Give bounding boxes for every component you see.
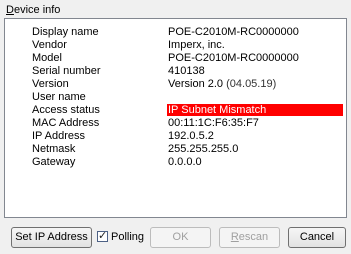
group-title: Device info [6, 4, 61, 16]
field-label: Netmask [32, 143, 76, 155]
field-value: 255.255.255.0 [168, 143, 239, 155]
field-label: Display name [32, 26, 99, 38]
field-value: Imperx, inc. [168, 39, 225, 51]
field-label: Version [32, 78, 69, 90]
field-serial-number: Serial number 410138 [5, 65, 346, 77]
checkmark-icon: ✓ [98, 230, 108, 242]
field-ip-address: IP Address 192.0.5.2 [5, 130, 346, 142]
field-label: IP Address [32, 130, 85, 142]
cancel-button[interactable]: Cancel [288, 227, 346, 248]
field-label: User name [32, 91, 86, 103]
version-date: (04.05.19) [226, 78, 277, 90]
field-value: POE-C2010M-RC0000000 [168, 52, 299, 64]
device-info-dialog: Device info Display name POE-C2010M-RC00… [0, 0, 351, 254]
polling-label: Polling [111, 231, 145, 243]
field-model: Model POE-C2010M-RC0000000 [5, 52, 346, 64]
field-value: Version 2.0 (04.05.19) [168, 78, 277, 90]
access-status-badge: IP Subnet Mismatch [167, 104, 343, 116]
field-label: MAC Address [32, 117, 100, 129]
device-info-panel: Display name POE-C2010M-RC0000000 Vendor… [4, 18, 347, 218]
field-value: 0.0.0.0 [168, 156, 202, 168]
field-label: Vendor [32, 39, 67, 51]
field-netmask: Netmask 255.255.255.0 [5, 143, 346, 155]
field-value: 192.0.5.2 [168, 130, 214, 142]
field-user-name: User name [5, 91, 346, 103]
rescan-button[interactable]: Rescan [219, 227, 280, 248]
field-value: 410138 [168, 65, 205, 77]
field-access-status: Access status IP Subnet Mismatch [5, 104, 346, 116]
field-label: Access status [32, 104, 100, 116]
field-mac-address: MAC Address 00:11:1C:F6:35:F7 [5, 117, 346, 129]
field-label: Gateway [32, 156, 76, 168]
field-label: Serial number [32, 65, 101, 77]
field-gateway: Gateway 0.0.0.0 [5, 156, 346, 168]
polling-checkbox[interactable]: ✓ Polling [97, 227, 145, 248]
set-ip-address-button[interactable]: Set IP Address [11, 227, 92, 248]
field-vendor: Vendor Imperx, inc. [5, 39, 346, 51]
field-value: 00:11:1C:F6:35:F7 [168, 117, 259, 129]
polling-checkbox-box[interactable]: ✓ [97, 230, 108, 242]
field-version: Version Version 2.0 (04.05.19) [5, 78, 346, 90]
field-value: POE-C2010M-RC0000000 [168, 26, 299, 38]
ok-button[interactable]: OK [150, 227, 211, 248]
field-label: Model [32, 52, 62, 64]
field-display-name: Display name POE-C2010M-RC0000000 [5, 26, 346, 38]
